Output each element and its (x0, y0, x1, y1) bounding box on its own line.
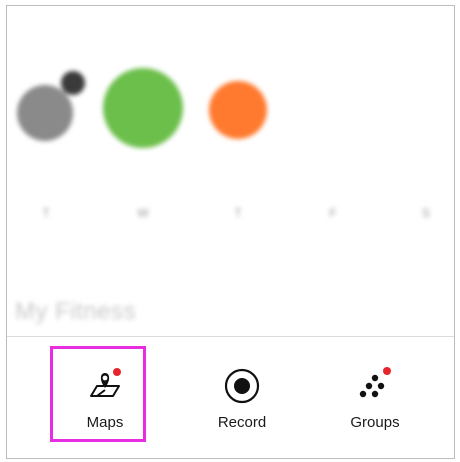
weekday-label: T (234, 206, 242, 220)
app-frame: T W T F S My Fitness Maps Record Groups (6, 5, 455, 459)
tab-label: Maps (86, 414, 124, 431)
record-icon (222, 366, 262, 406)
week-activity-row (7, 68, 454, 164)
section-title: My Fitness (15, 298, 137, 325)
map-pin-icon (85, 366, 125, 406)
weekday-label: T (42, 206, 50, 220)
tab-bar-divider (7, 336, 454, 337)
weekday-labels: T W T F S (7, 206, 454, 230)
tab-maps[interactable]: Maps (55, 352, 155, 448)
weekday-label: W (137, 206, 149, 220)
tab-label: Record (217, 414, 267, 431)
day-circle[interactable] (209, 81, 267, 139)
weekday-label: F (329, 206, 337, 220)
day-circle[interactable] (103, 68, 183, 148)
notification-dot (113, 368, 121, 376)
day-circle[interactable] (17, 85, 73, 141)
tab-record[interactable]: Record (192, 352, 292, 448)
day-circle[interactable] (316, 98, 340, 122)
day-circle[interactable] (411, 98, 435, 122)
day-badge (61, 71, 85, 95)
tab-label: Groups (350, 414, 400, 431)
notification-dot (383, 367, 391, 375)
weekday-label: S (421, 206, 430, 220)
tab-groups[interactable]: Groups (325, 352, 425, 448)
groups-icon (355, 366, 395, 406)
